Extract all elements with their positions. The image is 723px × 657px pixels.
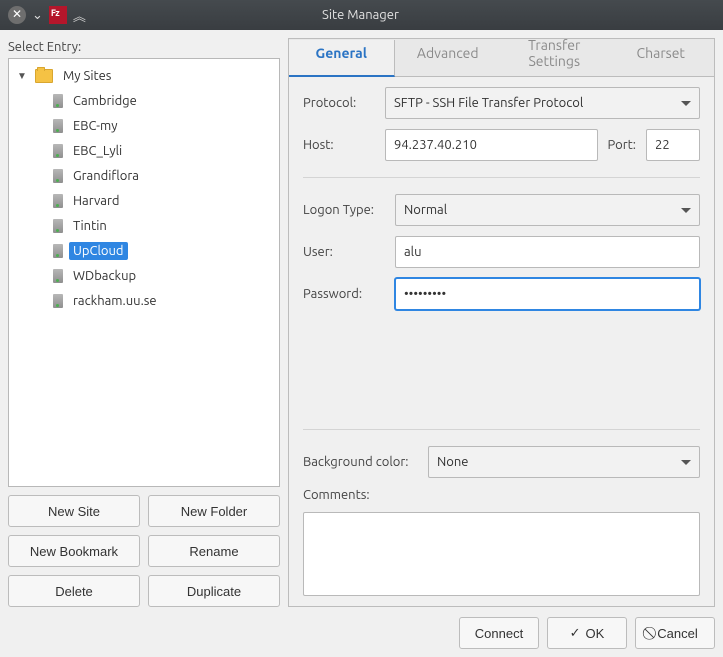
protocol-value: SFTP - SSH File Transfer Protocol <box>394 96 583 110</box>
host-label: Host: <box>303 138 375 152</box>
background-color-label: Background color: <box>303 455 418 469</box>
duplicate-button[interactable]: Duplicate <box>148 575 280 607</box>
user-label: User: <box>303 245 385 259</box>
port-label: Port: <box>608 138 636 152</box>
server-icon <box>53 94 63 108</box>
tab-general[interactable]: General <box>289 40 395 77</box>
tab-advanced[interactable]: Advanced <box>395 39 502 76</box>
site-tree[interactable]: ▼ My Sites Cambridge EBC-my EBC_Lyli Grandi… <box>8 58 280 487</box>
cancel-button[interactable]: ⃠ Cancel <box>635 617 715 649</box>
tree-site-item[interactable]: Tintin <box>9 213 279 238</box>
logon-type-dropdown[interactable]: Normal <box>395 194 700 226</box>
select-entry-label: Select Entry: <box>8 38 280 58</box>
logon-type-value: Normal <box>404 203 447 217</box>
tree-site-label: WDbackup <box>69 267 140 285</box>
tree-site-label: Grandiflora <box>69 167 143 185</box>
tree-site-label: Tintin <box>69 217 111 235</box>
ok-label: OK <box>586 626 605 641</box>
tab-bar: GeneralAdvancedTransfer SettingsCharset <box>289 39 714 77</box>
close-window-icon[interactable]: ✕ <box>8 6 26 24</box>
comments-textarea[interactable] <box>303 512 700 596</box>
connect-button[interactable]: Connect <box>459 617 539 649</box>
user-input[interactable] <box>395 236 700 268</box>
cancel-label: Cancel <box>657 626 697 641</box>
server-icon <box>53 194 63 208</box>
server-icon <box>53 294 63 308</box>
protocol-label: Protocol: <box>303 96 375 110</box>
password-input[interactable] <box>395 278 700 310</box>
filezilla-app-icon <box>49 6 67 24</box>
tree-site-label: rackham.uu.se <box>69 292 161 310</box>
titlebar: ✕ ⌄ ︽ Site Manager <box>0 0 723 30</box>
tree-site-item[interactable]: EBC_Lyli <box>9 138 279 163</box>
tree-root-my-sites[interactable]: ▼ My Sites <box>9 63 279 88</box>
tree-site-item[interactable]: WDbackup <box>9 263 279 288</box>
host-input[interactable] <box>385 129 598 161</box>
expander-icon[interactable]: ▼ <box>15 69 29 83</box>
tree-site-label: EBC_Lyli <box>69 142 126 160</box>
server-icon <box>53 144 63 158</box>
tree-site-item[interactable]: Grandiflora <box>9 163 279 188</box>
site-list-panel: Select Entry: ▼ My Sites Cambridge EBC-my… <box>8 38 280 607</box>
window-title: Site Manager <box>86 8 635 22</box>
tab-transfer-settings[interactable]: Transfer Settings <box>501 39 608 76</box>
background-color-dropdown[interactable]: None <box>428 446 700 478</box>
divider <box>303 429 700 430</box>
protocol-dropdown[interactable]: SFTP - SSH File Transfer Protocol <box>385 87 700 119</box>
delete-button[interactable]: Delete <box>8 575 140 607</box>
chevron-down-icon <box>681 460 691 465</box>
new-folder-button[interactable]: New Folder <box>148 495 280 527</box>
tree-site-label: Harvard <box>69 192 124 210</box>
tree-site-item[interactable]: Cambridge <box>9 88 279 113</box>
collapse-icon[interactable]: ︽ <box>73 6 86 25</box>
server-icon <box>53 244 63 258</box>
server-icon <box>53 219 63 233</box>
tree-site-label: UpCloud <box>69 242 128 260</box>
password-label: Password: <box>303 287 385 301</box>
server-icon <box>53 119 63 133</box>
new-bookmark-button[interactable]: New Bookmark <box>8 535 140 567</box>
tree-site-item[interactable]: rackham.uu.se <box>9 288 279 313</box>
comments-label: Comments: <box>303 488 700 502</box>
check-icon: ✓ <box>570 625 581 641</box>
rename-button[interactable]: Rename <box>148 535 280 567</box>
background-color-value: None <box>437 455 469 469</box>
new-site-button[interactable]: New Site <box>8 495 140 527</box>
ok-button[interactable]: ✓ OK <box>547 617 627 649</box>
port-input[interactable] <box>646 129 700 161</box>
divider <box>303 177 700 178</box>
minimize-icon[interactable]: ⌄ <box>32 8 43 23</box>
dialog-footer: Connect ✓ OK ⃠ Cancel <box>8 607 715 649</box>
tree-site-item[interactable]: UpCloud <box>9 238 279 263</box>
chevron-down-icon <box>681 208 691 213</box>
tab-charset[interactable]: Charset <box>608 39 715 76</box>
server-icon <box>53 269 63 283</box>
folder-icon <box>35 69 53 83</box>
tree-site-label: Cambridge <box>69 92 141 110</box>
window-controls: ✕ ⌄ ︽ <box>8 6 86 25</box>
tree-site-item[interactable]: Harvard <box>9 188 279 213</box>
server-icon <box>53 169 63 183</box>
site-details-panel: GeneralAdvancedTransfer SettingsCharset … <box>288 38 715 607</box>
tree-site-label: EBC-my <box>69 117 122 135</box>
logon-type-label: Logon Type: <box>303 203 385 217</box>
tree-root-label: My Sites <box>59 67 115 85</box>
chevron-down-icon <box>681 101 691 106</box>
tree-site-item[interactable]: EBC-my <box>9 113 279 138</box>
